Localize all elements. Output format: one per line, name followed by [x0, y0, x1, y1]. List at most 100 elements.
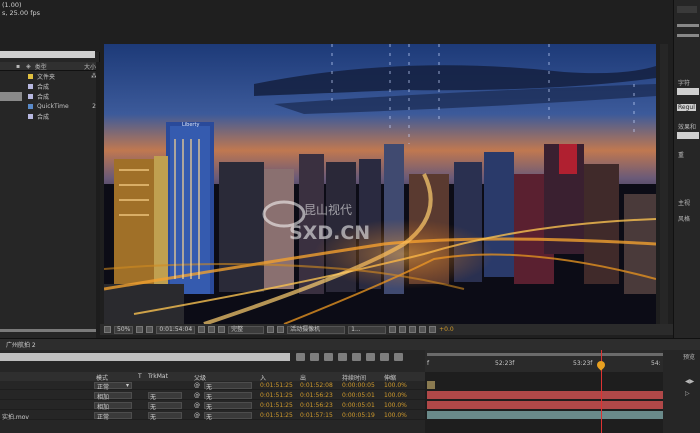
color-channel-icon[interactable] [218, 326, 226, 333]
views-select[interactable]: 1... [348, 325, 387, 334]
draft-3d-icon[interactable] [310, 353, 319, 361]
toggle-pixel-aspect-icon[interactable] [389, 326, 397, 333]
project-item[interactable]: 合成 [0, 82, 100, 91]
project-item[interactable]: 文件夹 ⁂ [0, 72, 100, 81]
layer-stretch[interactable]: 100.0% [384, 412, 407, 419]
layer-bar[interactable] [427, 411, 663, 419]
layer-row[interactable]: 相加 无 @ 无 0:01:51:25 0:01:56:23 0:00:05:0… [0, 401, 425, 411]
resolution-select[interactable]: 完整 [228, 325, 265, 334]
timeline-tab[interactable]: 广州航拍 2 [0, 340, 42, 349]
play-controls-icon[interactable]: ▷ [685, 390, 690, 397]
effects-search-field[interactable] [677, 132, 699, 139]
layer-out[interactable]: 0:01:56:23 [300, 402, 333, 409]
motion-blur-icon[interactable] [352, 353, 361, 361]
spiral-icon: @ [194, 382, 200, 389]
composition-panel: Liberty 昆山视代 SXD.CN 50% 0:01:54:04 完整 活动… [100, 0, 673, 338]
font-field[interactable] [677, 88, 699, 95]
effect-group-label[interactable]: 主视 [678, 198, 690, 207]
camera-select[interactable]: 活动摄像机 [287, 325, 346, 334]
layer-out[interactable]: 0:01:52:08 [300, 382, 333, 389]
always-preview-icon[interactable] [104, 326, 111, 333]
layer-name[interactable]: 实拍.mov [2, 412, 29, 421]
layer-trkmat: 无 [150, 414, 157, 421]
layer-in[interactable]: 0:01:51:25 [260, 412, 293, 419]
flowchart-icon[interactable] [419, 326, 427, 333]
transparency-grid-icon[interactable] [277, 326, 285, 333]
comp-mini-flowchart-icon[interactable] [296, 353, 305, 361]
layer-row[interactable]: 实拍.mov 正常 无 @ 无 0:01:51:25 0:01:57:15 0:… [0, 411, 425, 421]
layer-bar[interactable] [427, 381, 435, 389]
layer-bar[interactable] [427, 401, 663, 409]
current-time-field[interactable]: 0:01:54:04 [156, 325, 196, 334]
layer-in[interactable]: 0:01:51:25 [260, 402, 293, 409]
effect-group-label[interactable]: 风格 [678, 214, 690, 223]
layer-out[interactable]: 0:01:56:23 [300, 392, 333, 399]
trkmat-column-header[interactable]: TrkMat [148, 373, 168, 380]
layer-duration[interactable]: 0:00:00:05 [342, 382, 375, 389]
project-search-input[interactable] [0, 51, 95, 58]
label-swatch [28, 84, 33, 89]
project-info-line1: (1.00) [2, 1, 22, 9]
composition-viewer[interactable]: Liberty 昆山视代 SXD.CN [104, 44, 656, 324]
preview-panel-label[interactable]: 预览 [683, 352, 695, 361]
label-swatch [28, 94, 33, 99]
t-column-header[interactable]: T [138, 373, 142, 380]
layer-row[interactable]: 正常 ▾ @ 无 0:01:51:25 0:01:52:08 0:00:00:0… [0, 381, 425, 391]
layer-row[interactable]: 相加 无 @ 无 0:01:51:25 0:01:56:23 0:00:05:0… [0, 391, 425, 401]
watermark-en: SXD.CN [289, 222, 370, 244]
layer-stretch[interactable]: 100.0% [384, 402, 407, 409]
timeline-icon[interactable] [409, 326, 417, 333]
character-panel-label[interactable]: 字符 [678, 78, 690, 87]
layer-bar[interactable] [427, 391, 663, 399]
project-item-selected[interactable]: 合成 [0, 92, 100, 101]
label-swatch [28, 74, 33, 79]
selection-highlight [0, 92, 22, 101]
font-style-label[interactable]: Regul [677, 104, 696, 111]
zoom-select[interactable]: 50% [114, 325, 134, 334]
layer-mode: 正常 [97, 384, 110, 391]
timeline-panel: 广州航拍 2 模式 T TrkMat 父级 入 出 持续时间 伸缩 正常 ▾ @… [0, 338, 700, 433]
fast-previews-icon[interactable] [399, 326, 407, 333]
timeline-search-input[interactable] [0, 353, 290, 361]
safe-margins-icon[interactable] [136, 326, 144, 333]
ruler-label: 53:23f [573, 360, 593, 367]
exposure-value[interactable]: +0.0 [439, 326, 454, 333]
exposure-reset-icon[interactable] [429, 326, 437, 333]
region-of-interest-icon[interactable] [267, 326, 275, 333]
project-item[interactable]: 合成 [0, 112, 100, 121]
effect-group-label[interactable]: 重 [678, 150, 684, 159]
time-ruler[interactable]: f 52:23f 53:23f 54: [425, 350, 663, 372]
slider-track[interactable] [677, 34, 699, 37]
layer-duration[interactable]: 0:00:05:01 [342, 402, 375, 409]
layer-stretch[interactable]: 100.0% [384, 382, 407, 389]
project-item-type: QuickTime [37, 103, 69, 110]
label-swatch [28, 114, 33, 119]
project-info-line2: s, 25.00 fps [2, 9, 40, 17]
layer-out[interactable]: 0:01:57:15 [300, 412, 333, 419]
layer-in[interactable]: 0:01:51:25 [260, 392, 293, 399]
layer-duration[interactable]: 0:00:05:19 [342, 412, 375, 419]
frame-blending-icon[interactable] [338, 353, 347, 361]
layer-stretch[interactable]: 100.0% [384, 392, 407, 399]
slider-track[interactable] [677, 24, 699, 27]
snapshot-icon[interactable] [198, 326, 206, 333]
play-controls-icon[interactable]: ◀▶ [685, 378, 694, 385]
show-snapshot-icon[interactable] [208, 326, 216, 333]
project-item[interactable]: QuickTime 2 [0, 102, 100, 111]
hide-shy-layers-icon[interactable] [324, 353, 333, 361]
layer-mode: 正常 [97, 414, 110, 421]
work-area-bar[interactable] [427, 353, 663, 356]
size-column-header[interactable]: 大小 [84, 62, 96, 71]
comp-scrollbar[interactable] [660, 44, 668, 324]
layer-duration[interactable]: 0:00:05:01 [342, 392, 375, 399]
project-info: (1.00) s, 25.00 fps [0, 0, 100, 52]
effects-presets-label[interactable]: 效果和 [678, 122, 696, 131]
layer-mode: 相加 [97, 394, 110, 401]
chat-bubble-icon[interactable] [380, 353, 389, 361]
type-column-header[interactable]: 类型 [35, 62, 47, 71]
grid-icon[interactable] [146, 326, 154, 333]
building-sign: Liberty [182, 122, 199, 128]
layer-in[interactable]: 0:01:51:25 [260, 382, 293, 389]
graph-editor-icon[interactable] [366, 353, 375, 361]
link-icon[interactable] [394, 353, 403, 361]
